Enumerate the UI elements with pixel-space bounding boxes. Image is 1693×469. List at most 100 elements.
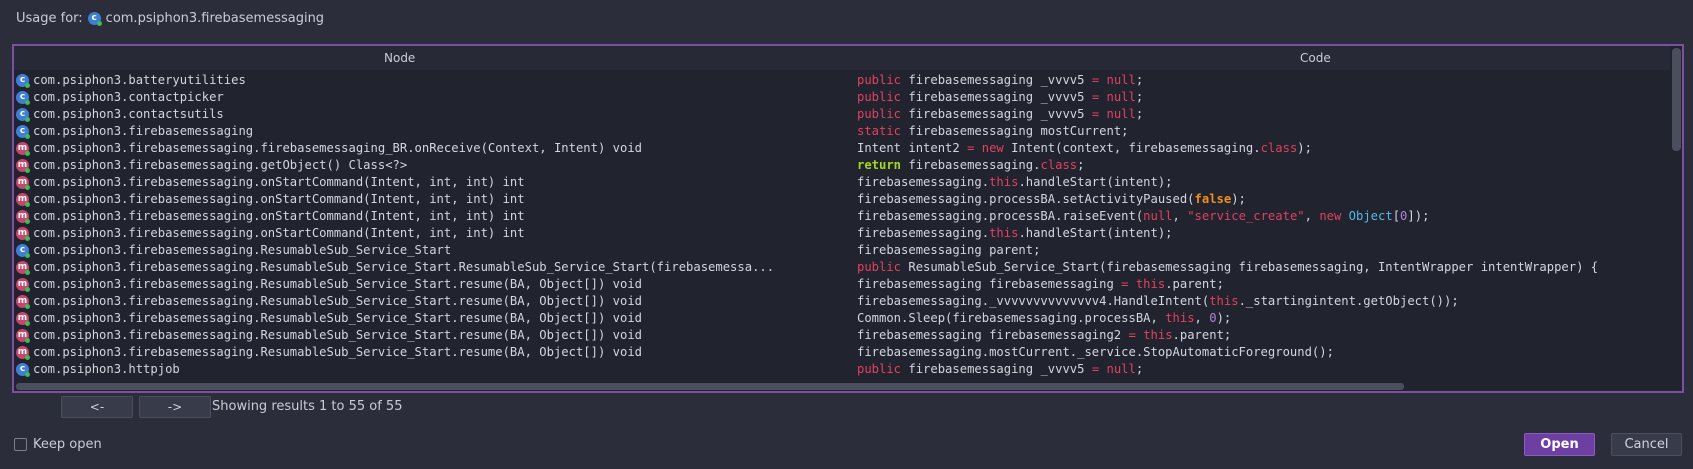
table-row[interactable]: m com.psiphon3.firebasemessaging.getObjec… <box>14 157 1670 174</box>
table-row[interactable]: m com.psiphon3.firebasemessaging.onStartC… <box>14 174 1670 191</box>
code-token: null <box>1106 90 1136 104</box>
code-token: , <box>1304 209 1320 223</box>
keep-open-checkbox[interactable] <box>14 438 27 451</box>
class-icon: c <box>16 125 30 139</box>
node-cell: m com.psiphon3.firebasemessaging.onStartC… <box>16 225 858 242</box>
code-cell: return firebasemessaging.class; <box>857 157 1084 174</box>
table-row[interactable]: m com.psiphon3.firebasemessaging.onStartC… <box>14 225 1670 242</box>
table-row[interactable]: c com.psiphon3.batteryutilities public fir… <box>14 72 1670 89</box>
column-header-node[interactable]: Node <box>384 51 415 65</box>
code-cell: firebasemessaging.this.handleStart(inten… <box>857 225 1173 242</box>
open-button[interactable]: Open <box>1524 433 1595 456</box>
node-text: com.psiphon3.firebasemessaging.Resumable… <box>33 243 452 257</box>
table-body: c com.psiphon3.batteryutilities public fir… <box>14 72 1670 381</box>
node-cell: c com.psiphon3.firebasemessaging <box>16 123 858 140</box>
code-token: .handleStart(intent); <box>1018 226 1173 240</box>
code-token: .parent; <box>1165 277 1224 291</box>
code-token: firebasemessaging firebasemessaging2 <box>857 328 1129 342</box>
class-icon: c <box>16 244 30 258</box>
table-row[interactable]: m com.psiphon3.firebasemessaging.Resumabl… <box>14 327 1670 344</box>
table-row[interactable]: m com.psiphon3.firebasemessaging.Resumabl… <box>14 310 1670 327</box>
node-cell: m com.psiphon3.firebasemessaging.Resumabl… <box>16 293 858 310</box>
node-text: com.psiphon3.firebasemessaging.Resumable… <box>33 345 643 359</box>
code-token: public <box>857 362 909 376</box>
code-token: new <box>1319 209 1349 223</box>
node-text: com.psiphon3.firebasemessaging.Resumable… <box>33 277 643 291</box>
table-row[interactable]: c com.psiphon3.firebasemessaging.Resumabl… <box>14 242 1670 259</box>
table-row[interactable]: m com.psiphon3.firebasemessaging.Resumabl… <box>14 276 1670 293</box>
vertical-scrollbar[interactable] <box>1672 48 1681 151</box>
code-token: null <box>1106 107 1136 121</box>
node-text: com.psiphon3.firebasemessaging.onStartCo… <box>33 175 525 189</box>
method-icon: m <box>16 210 30 224</box>
code-token: Intent intent2 <box>857 141 968 155</box>
table-row[interactable]: c com.psiphon3.httpjob public firebasemess… <box>14 361 1670 378</box>
method-icon: m <box>16 193 30 207</box>
node-cell: m com.psiphon3.firebasemessaging.getObjec… <box>16 157 858 174</box>
code-cell: public firebasemessaging _vvvv5 = null; <box>857 106 1143 123</box>
code-cell: public firebasemessaging _vvvv5 = null; <box>857 89 1143 106</box>
class-icon: c <box>16 363 30 377</box>
method-icon: m <box>16 142 30 156</box>
table-row[interactable]: c com.psiphon3.firebasemessaging static fi… <box>14 123 1670 140</box>
code-cell: public firebasemessaging _vvvv5 = null; <box>857 72 1143 89</box>
table-row[interactable]: m com.psiphon3.firebasemessaging.onStartC… <box>14 191 1670 208</box>
class-icon: c <box>16 91 30 105</box>
code-token: Object <box>1348 209 1393 223</box>
table-row[interactable]: m com.psiphon3.firebasemessaging.firebase… <box>14 140 1670 157</box>
method-icon: m <box>16 295 30 309</box>
class-icon: c <box>87 12 102 26</box>
code-token: ; <box>1135 90 1144 104</box>
table-row[interactable]: c com.psiphon3.contactsutils public fireba… <box>14 106 1670 123</box>
node-text: com.psiphon3.contactpicker <box>33 90 224 104</box>
method-icon: m <box>16 278 30 292</box>
method-icon: m <box>16 329 30 343</box>
node-text: com.psiphon3.firebasemessaging.onStartCo… <box>33 226 525 240</box>
code-token: this <box>1143 328 1173 342</box>
class-icon: c <box>16 108 30 122</box>
node-cell: m com.psiphon3.firebasemessaging.Resumabl… <box>16 259 858 276</box>
code-cell: firebasemessaging.processBA.setActivityP… <box>857 191 1246 208</box>
code-token: = <box>1121 277 1129 291</box>
code-token: this <box>1209 294 1239 308</box>
horizontal-scrollbar[interactable] <box>16 383 1404 390</box>
keep-open-option[interactable]: Keep open <box>14 437 102 452</box>
method-icon: m <box>16 261 30 275</box>
code-token: firebasemessaging._vvvvvvvvvvvvvv4.Handl… <box>857 294 1210 308</box>
node-text: com.psiphon3.httpjob <box>33 362 180 376</box>
node-cell: c com.psiphon3.firebasemessaging.Resumabl… <box>16 242 858 259</box>
node-text: com.psiphon3.firebasemessaging.Resumable… <box>33 260 775 274</box>
code-token: null <box>1143 209 1173 223</box>
table-row[interactable]: m com.psiphon3.firebasemessaging.onStartC… <box>14 208 1670 225</box>
code-cell: firebasemessaging.this.handleStart(inten… <box>857 174 1173 191</box>
prev-page-button[interactable]: <- <box>61 396 133 418</box>
class-icon: c <box>16 74 30 88</box>
node-text: com.psiphon3.batteryutilities <box>33 73 246 87</box>
usage-table[interactable]: Node Code c com.psiphon3.batteryutilities… <box>12 44 1684 393</box>
code-token: firebasemessaging. <box>857 175 990 189</box>
table-row[interactable]: m com.psiphon3.firebasemessaging.Resumabl… <box>14 293 1670 310</box>
code-token: firebasemessaging.processBA.raiseEvent( <box>857 209 1144 223</box>
node-text: com.psiphon3.firebasemessaging.onStartCo… <box>33 192 525 206</box>
node-cell: m com.psiphon3.firebasemessaging.Resumabl… <box>16 310 858 327</box>
code-token: firebasemessaging _vvvv5 <box>908 73 1092 87</box>
table-row[interactable]: m com.psiphon3.firebasemessaging.Resumabl… <box>14 259 1670 276</box>
node-cell: c com.psiphon3.httpjob <box>16 361 858 378</box>
cancel-button[interactable]: Cancel <box>1611 433 1682 456</box>
table-row[interactable]: m com.psiphon3.firebasemessaging.Resumabl… <box>14 344 1670 361</box>
code-cell: firebasemessaging parent; <box>857 242 1040 259</box>
code-cell: firebasemessaging.processBA.raiseEvent(n… <box>857 208 1429 225</box>
column-header-code[interactable]: Code <box>1300 51 1331 65</box>
node-cell: m com.psiphon3.firebasemessaging.Resumabl… <box>16 327 858 344</box>
code-cell: firebasemessaging firebasemessaging2 = t… <box>857 327 1231 344</box>
code-token: false <box>1194 192 1232 206</box>
results-count: Showing results 1 to 55 of 55 <box>212 399 403 414</box>
table-row[interactable]: c com.psiphon3.contactpicker public fireba… <box>14 89 1670 106</box>
node-text: com.psiphon3.firebasemessaging.onStartCo… <box>33 209 525 223</box>
next-page-button[interactable]: -> <box>139 396 211 418</box>
code-token: firebasemessaging mostCurrent; <box>908 124 1129 138</box>
code-token: Intent(context, firebasemessaging. <box>1011 141 1261 155</box>
